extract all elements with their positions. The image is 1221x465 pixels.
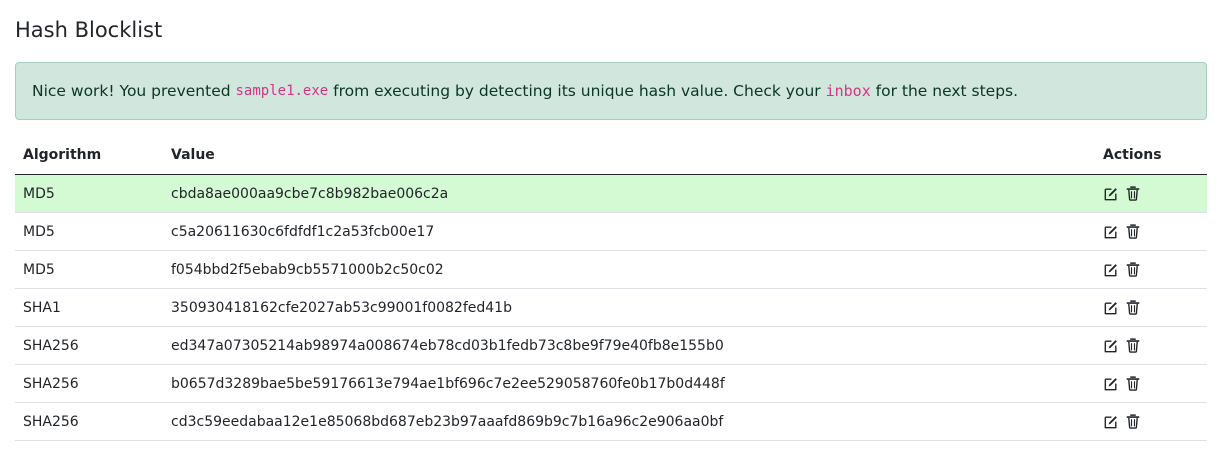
row-algorithm: SHA256 bbox=[15, 402, 163, 441]
row-actions-group bbox=[1103, 338, 1199, 353]
trash-icon[interactable] bbox=[1125, 338, 1140, 353]
trash-icon[interactable] bbox=[1125, 376, 1140, 391]
column-header-actions: Actions bbox=[1095, 136, 1207, 175]
row-actions bbox=[1095, 212, 1207, 251]
table-row: MD5 f054bbd2f5ebab9cb5571000b2c50c02 bbox=[15, 250, 1207, 289]
trash-icon[interactable] bbox=[1125, 224, 1140, 239]
row-hash-value: 350930418162cfe2027ab53c99001f0082fed41b bbox=[163, 288, 1095, 327]
row-actions-group bbox=[1103, 414, 1199, 429]
alert-filename: sample1.exe bbox=[235, 83, 329, 99]
edit-icon[interactable] bbox=[1103, 224, 1118, 239]
hash-table: Algorithm Value Actions MD5 cbda8ae000aa… bbox=[15, 136, 1207, 441]
alert-text-after: for the next steps. bbox=[870, 82, 1019, 100]
page-title: Hash Blocklist bbox=[15, 18, 163, 42]
table-row: SHA256 cd3c59eedabaa12e1e85068bd687eb23b… bbox=[15, 402, 1207, 441]
row-hash-value: c5a20611630c6fdfdf1c2a53fcb00e17 bbox=[163, 212, 1095, 251]
row-actions bbox=[1095, 174, 1207, 213]
trash-icon[interactable] bbox=[1125, 262, 1140, 277]
table-row: SHA1 350930418162cfe2027ab53c99001f0082f… bbox=[15, 288, 1207, 327]
row-actions-group bbox=[1103, 262, 1199, 277]
success-alert: Nice work! You prevented sample1.exe fro… bbox=[15, 62, 1207, 120]
table-body: MD5 cbda8ae000aa9cbe7c8b982bae006c2a MD5… bbox=[15, 174, 1207, 441]
trash-icon[interactable] bbox=[1125, 300, 1140, 315]
table-row: MD5 cbda8ae000aa9cbe7c8b982bae006c2a bbox=[15, 174, 1207, 213]
row-algorithm: MD5 bbox=[15, 250, 163, 289]
row-hash-value: cbda8ae000aa9cbe7c8b982bae006c2a bbox=[163, 174, 1095, 213]
alert-text-middle: from executing by detecting its unique h… bbox=[328, 82, 826, 100]
trash-icon[interactable] bbox=[1125, 186, 1140, 201]
table-row: SHA256 b0657d3289bae5be59176613e794ae1bf… bbox=[15, 364, 1207, 403]
edit-icon[interactable] bbox=[1103, 300, 1118, 315]
table-row: SHA256 ed347a07305214ab98974a008674eb78c… bbox=[15, 326, 1207, 365]
edit-icon[interactable] bbox=[1103, 414, 1118, 429]
edit-icon[interactable] bbox=[1103, 376, 1118, 391]
edit-icon[interactable] bbox=[1103, 186, 1118, 201]
row-algorithm: SHA1 bbox=[15, 288, 163, 327]
row-algorithm: SHA256 bbox=[15, 326, 163, 365]
row-actions-group bbox=[1103, 224, 1199, 239]
row-algorithm: MD5 bbox=[15, 174, 163, 213]
page: Hash Blocklist Nice work! You prevented … bbox=[0, 0, 1221, 465]
alert-text-before: Nice work! You prevented bbox=[32, 82, 236, 100]
row-hash-value: b0657d3289bae5be59176613e794ae1bf696c7e2… bbox=[163, 364, 1095, 403]
row-actions bbox=[1095, 250, 1207, 289]
row-actions bbox=[1095, 364, 1207, 403]
row-actions-group bbox=[1103, 300, 1199, 315]
column-header-value: Value bbox=[163, 136, 1095, 175]
row-hash-value: ed347a07305214ab98974a008674eb78cd03b1fe… bbox=[163, 326, 1095, 365]
row-actions bbox=[1095, 402, 1207, 441]
row-hash-value: cd3c59eedabaa12e1e85068bd687eb23b97aaafd… bbox=[163, 402, 1095, 441]
table-header-row: Algorithm Value Actions bbox=[15, 136, 1207, 175]
inbox-link[interactable]: inbox bbox=[826, 82, 871, 100]
row-actions-group bbox=[1103, 376, 1199, 391]
trash-icon[interactable] bbox=[1125, 414, 1140, 429]
column-header-algorithm: Algorithm bbox=[15, 136, 163, 175]
row-actions bbox=[1095, 288, 1207, 327]
table-row: MD5 c5a20611630c6fdfdf1c2a53fcb00e17 bbox=[15, 212, 1207, 251]
row-algorithm: MD5 bbox=[15, 212, 163, 251]
edit-icon[interactable] bbox=[1103, 262, 1118, 277]
row-hash-value: f054bbd2f5ebab9cb5571000b2c50c02 bbox=[163, 250, 1095, 289]
row-actions bbox=[1095, 326, 1207, 365]
row-algorithm: SHA256 bbox=[15, 364, 163, 403]
edit-icon[interactable] bbox=[1103, 338, 1118, 353]
row-actions-group bbox=[1103, 186, 1199, 201]
